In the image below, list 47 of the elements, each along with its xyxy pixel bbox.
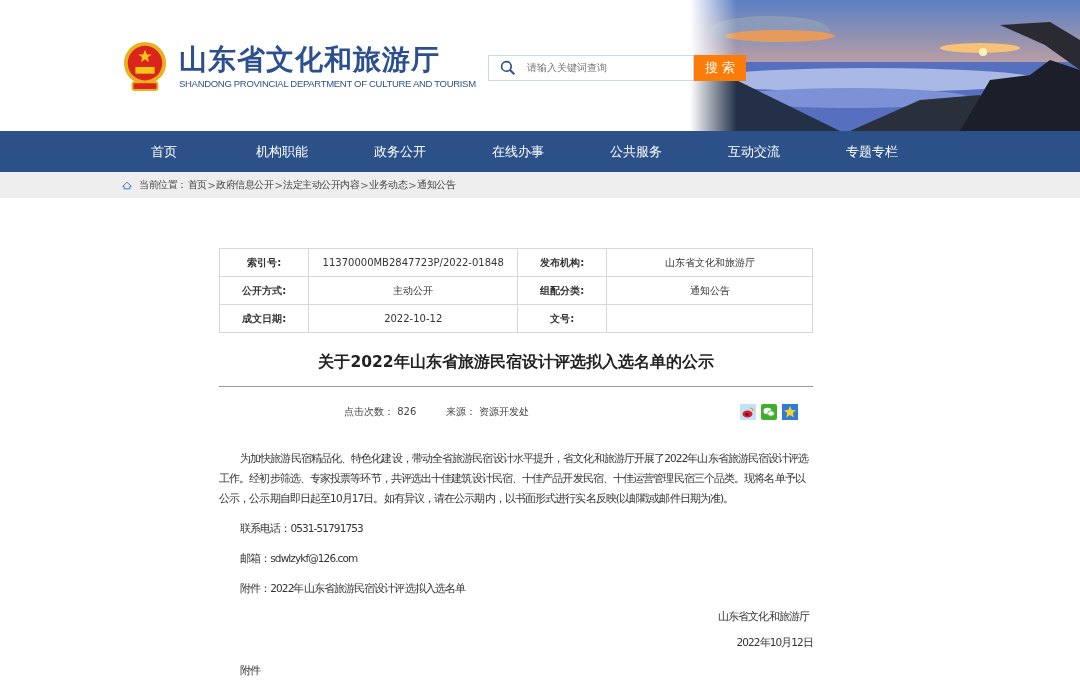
nav-tab[interactable]: 专题专栏 — [813, 142, 931, 161]
info-label: 公开方式: — [242, 284, 287, 296]
wechat-share-icon[interactable] — [761, 404, 777, 420]
breadcrumb-link[interactable]: 法定主动公开内容 — [283, 178, 360, 192]
site-subtitle: SHANDONG PROVINCIAL DEPARTMENT OF CULTURE AND TOURISM — [179, 77, 476, 89]
nav-tab[interactable]: 在线办事 — [459, 142, 577, 161]
search-icon — [499, 59, 516, 76]
article-paragraph: 联系电话：0531-51791753 — [239, 521, 364, 536]
breadcrumb-separator: > — [408, 179, 417, 191]
breadcrumb-separator: > — [360, 179, 369, 191]
search-field[interactable]: 请输入关键词查询 — [487, 54, 694, 81]
article-meta: 来源： 资源开发处 — [446, 405, 530, 419]
article-meta: 点击次数： 826 — [344, 405, 417, 419]
breadcrumb-separator: > — [274, 179, 283, 191]
info-label: 组配分类: — [540, 284, 585, 296]
info-label: 成文日期: — [242, 312, 287, 324]
signature: 山东省文化和旅游厅 — [717, 609, 811, 624]
info-label: 索引号: — [247, 256, 282, 268]
info-value: 山东省文化和旅游厅 — [664, 256, 755, 268]
article-paragraph: 附件：2022年山东省旅游民宿设计评选拟入选名单 — [239, 581, 467, 596]
article-title: 关于2022年山东省旅游民宿设计评选拟入选名单的公示 — [219, 352, 813, 387]
info-label: 发布机构: — [540, 256, 585, 268]
attachment-heading: 附件 — [239, 663, 262, 678]
breadcrumb-link[interactable]: 政府信息公开 — [216, 178, 274, 192]
nav-tab[interactable]: 互动交流 — [695, 142, 813, 161]
nav-tab[interactable]: 首页 — [105, 142, 223, 161]
star-icon[interactable] — [782, 404, 798, 420]
weibo-share-icon[interactable] — [740, 404, 756, 420]
breadcrumb-separator: > — [207, 179, 216, 191]
info-value: 11370000MB2847723P/2022-01848 — [322, 257, 504, 268]
breadcrumb-label: 当前位置： — [139, 178, 187, 192]
nav-tab[interactable]: 政务公开 — [341, 142, 459, 161]
info-value: 通知公告 — [689, 284, 730, 296]
info-value: 主动公开 — [393, 284, 434, 296]
site-title: 山东省文化和旅游厅 — [179, 42, 441, 77]
info-value: 2022-10-12 — [384, 313, 443, 324]
emblem-icon — [121, 39, 169, 92]
breadcrumb-link[interactable]: 首页 — [187, 178, 207, 192]
info-label: 文号: — [550, 312, 575, 324]
nav-tab[interactable]: 机构职能 — [223, 142, 341, 161]
article-paragraph: 为加快旅游民宿精品化、特色化建设，带动全省旅游民宿设计水平提升，省文化和旅游厅开展了2022年山东省旅游民宿设计评选工作。经初步筛选、专家投票等环节，共评选出十佳建筑设计民宿、十佳产品开发民宿、十佳运营管理民宿三个品类。现将名单予以公示，公示期自即日起至10月17日。如有异议，请在公示期内，以书面形式进行实名反映(以邮戳或邮件日期为准)。 — [219, 451, 810, 506]
breadcrumb-link[interactable]: 业务动态 — [369, 178, 408, 192]
nav-tab[interactable]: 公共服务 — [577, 142, 695, 161]
breadcrumb-link[interactable]: 通知公告 — [417, 178, 456, 192]
home-icon — [122, 180, 132, 190]
article-paragraph: 邮箱：sdwlzykf@126.com — [239, 551, 359, 566]
article-date: 2022年10月12日 — [735, 635, 813, 650]
